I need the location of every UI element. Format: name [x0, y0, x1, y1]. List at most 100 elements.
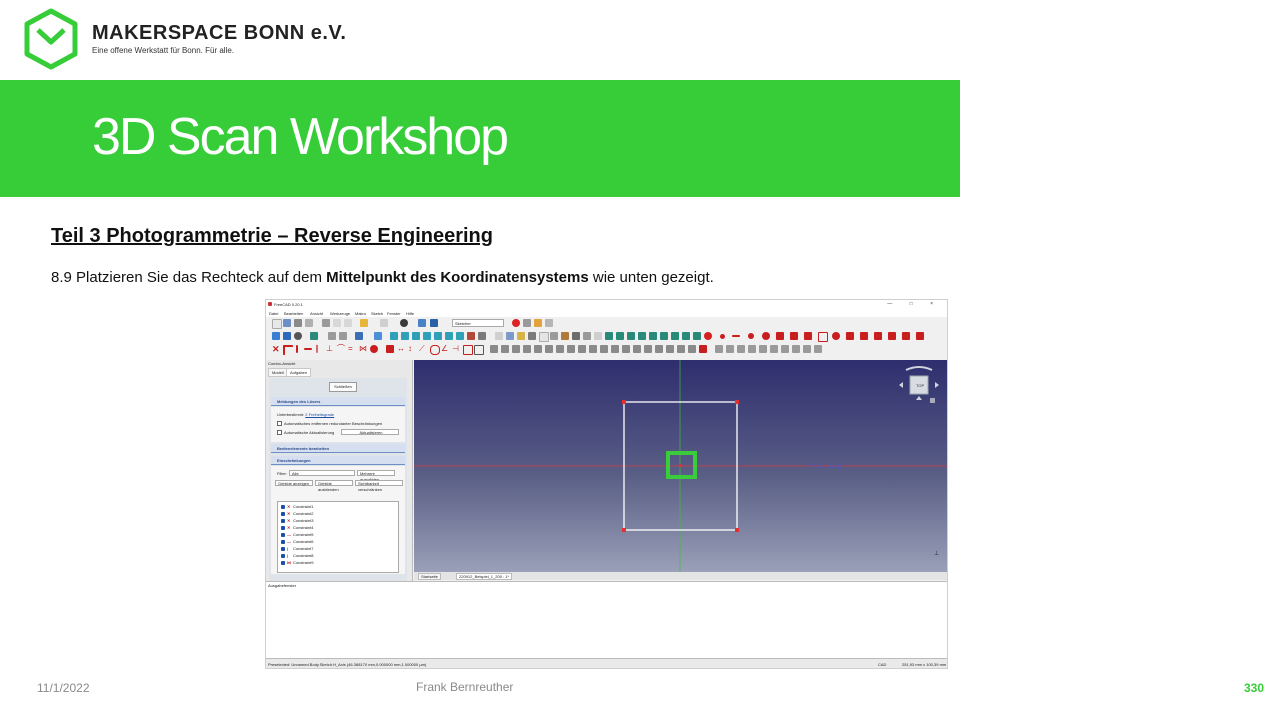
macro-edit-icon[interactable]: [534, 319, 542, 327]
select-conflicting-icon[interactable]: [545, 345, 553, 353]
view-rear-icon[interactable]: [434, 332, 442, 340]
bspline-increase-icon[interactable]: [792, 345, 800, 353]
extend-icon[interactable]: [888, 332, 896, 340]
auto-update-checkbox[interactable]: Automatische Aktualisierung: [277, 430, 334, 436]
menu-hilfe[interactable]: Hilfe: [406, 311, 414, 316]
select-elements-icon[interactable]: [556, 345, 564, 353]
bspline-knot-icon[interactable]: [699, 345, 707, 353]
clone-tool-icon[interactable]: [589, 345, 597, 353]
conic-icon[interactable]: [776, 332, 784, 340]
report-view[interactable]: Ausgabefenster: [266, 581, 947, 658]
refresh-icon[interactable]: [400, 319, 408, 327]
tab-modell[interactable]: Modell: [268, 368, 288, 377]
view-section-icon[interactable]: [539, 332, 549, 342]
select-redundant-icon[interactable]: [534, 345, 542, 353]
redo-icon[interactable]: [380, 319, 388, 327]
sketch-copy-icon[interactable]: [616, 332, 624, 340]
distance-icon[interactable]: ⟋: [419, 345, 427, 353]
merge-sketch-icon[interactable]: [583, 332, 591, 340]
polyline-icon[interactable]: [732, 335, 740, 337]
bspline-insert-icon[interactable]: [781, 345, 789, 353]
zoom-icon[interactable]: [374, 332, 382, 340]
paste-icon[interactable]: [344, 319, 352, 327]
tab-document[interactable]: 220912_Beispiel_1_200 : 1*: [456, 573, 513, 580]
macro-record-icon[interactable]: [512, 319, 520, 327]
link-icon[interactable]: [355, 332, 363, 340]
recompute-icon[interactable]: [418, 319, 426, 327]
move-tool-icon[interactable]: [611, 345, 619, 353]
cut-icon[interactable]: [322, 319, 330, 327]
view-isometric-icon[interactable]: [390, 332, 398, 340]
tab-aufgaben[interactable]: Aufgaben: [286, 368, 312, 377]
close-sketch-button[interactable]: Schließen: [329, 382, 357, 392]
menu-sketch[interactable]: Sketch: [371, 311, 383, 316]
menu-makro[interactable]: Makro: [355, 311, 366, 316]
fit-selection-icon[interactable]: [283, 332, 291, 340]
sketch-clone-icon[interactable]: [605, 332, 613, 340]
bspline-compose-icon[interactable]: [759, 345, 767, 353]
select-h-axis-icon[interactable]: [512, 345, 520, 353]
arc-icon[interactable]: [748, 333, 754, 339]
parallel-icon[interactable]: ∥: [315, 345, 323, 353]
validate-sketch-icon[interactable]: [572, 332, 580, 340]
sketch-3d-view[interactable]: TOP (67.3, -0.4) ⊥: [414, 360, 947, 572]
edit-sketch-icon[interactable]: [506, 332, 514, 340]
draw-style-icon[interactable]: [294, 332, 302, 340]
print-icon[interactable]: [305, 319, 313, 327]
slot-icon[interactable]: [846, 332, 854, 340]
constraint-item[interactable]: | Constraint8: [281, 553, 313, 558]
array-tool-icon[interactable]: [622, 345, 630, 353]
menu-datei[interactable]: Datei: [269, 311, 278, 316]
convert-bspline-icon[interactable]: [666, 345, 674, 353]
copy-icon[interactable]: [333, 319, 341, 327]
auto-remove-checkbox[interactable]: Automatisches entfernen redundanter Besc…: [277, 421, 382, 427]
macro-stop-icon[interactable]: [523, 319, 531, 327]
save-icon[interactable]: [294, 319, 302, 327]
remove-axes-alignment-icon[interactable]: [655, 345, 663, 353]
sketch-delete-constr-icon[interactable]: [660, 332, 668, 340]
increase-degree-icon[interactable]: [677, 345, 685, 353]
workbench-selector[interactable]: Sketcher: [452, 319, 504, 327]
copy-tool-icon[interactable]: [600, 345, 608, 353]
measure-icon[interactable]: [467, 332, 475, 340]
horizontal-distance-icon[interactable]: ↔: [397, 345, 405, 353]
toggle-construction-icon[interactable]: [474, 345, 484, 355]
bspline-weight-icon[interactable]: [748, 345, 756, 353]
view-bottom-icon[interactable]: [445, 332, 453, 340]
equal-icon[interactable]: =: [348, 345, 356, 353]
angle-icon[interactable]: ∠: [441, 345, 449, 353]
constraint-item[interactable]: — Constraint5: [281, 532, 313, 537]
mirror-sketch-icon[interactable]: [594, 332, 602, 340]
section-solver-messages[interactable]: Meldungen des Lösers: [271, 397, 405, 406]
point-icon[interactable]: [720, 334, 725, 339]
select-constraints-icon[interactable]: [490, 345, 498, 353]
hide-geometry-button[interactable]: Gebilde ausblenden: [315, 480, 353, 492]
sketch-delete-geo-icon[interactable]: [649, 332, 657, 340]
snell-icon[interactable]: ⊣: [452, 345, 460, 353]
sketch-canvas[interactable]: TOP (67.3, -0.4) ⊥: [414, 360, 947, 572]
sketch-bspline-icon[interactable]: [682, 332, 690, 340]
bspline-knot-mult-icon[interactable]: [737, 345, 745, 353]
undo-icon[interactable]: [360, 319, 368, 327]
constraint-item[interactable]: ✕ Constraint1: [281, 504, 313, 509]
select-v-axis-icon[interactable]: [523, 345, 531, 353]
forward-icon[interactable]: [339, 332, 347, 340]
menu-werkzeuge[interactable]: Werkzeuge: [330, 311, 350, 316]
radius-icon[interactable]: [430, 345, 440, 355]
internal-alignment-icon[interactable]: [463, 345, 473, 355]
new-sketch-icon[interactable]: [495, 332, 503, 340]
bspline-polygon-icon[interactable]: [715, 345, 723, 353]
close-sketch-icon[interactable]: [704, 332, 712, 340]
new-file-icon[interactable]: [272, 319, 282, 329]
perpendicular-icon[interactable]: ⊥: [326, 345, 334, 353]
visibility-dropdown[interactable]: Sichtbarkeit verschränken: [355, 480, 403, 492]
menu-ansicht[interactable]: Ansicht: [310, 311, 323, 316]
view-right-icon[interactable]: [423, 332, 431, 340]
show-geometry-button[interactable]: Gebilde anzeigen: [275, 480, 313, 486]
menu-bearbeiten[interactable]: Bearbeiten: [284, 311, 303, 316]
view-left-icon[interactable]: [456, 332, 464, 340]
update-button[interactable]: Aktualisieren: [341, 429, 399, 435]
bspline-comb-icon[interactable]: [726, 345, 734, 353]
carbon-copy-icon[interactable]: [916, 332, 924, 340]
symmetric-icon[interactable]: ⋈: [359, 345, 367, 353]
